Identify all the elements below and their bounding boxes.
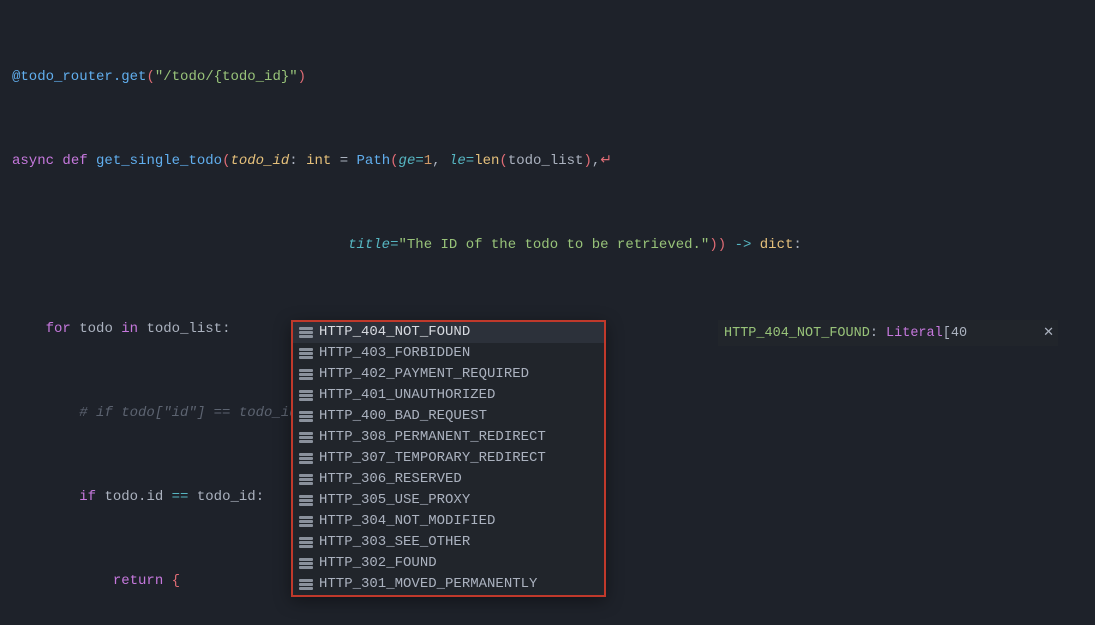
autocomplete-label: HTTP_404_NOT_FOUND [319, 322, 470, 343]
line-continuation-icon: ↵ [600, 153, 612, 169]
autocomplete-item[interactable]: HTTP_306_RESERVED [293, 469, 604, 490]
constant-icon [299, 558, 313, 569]
autocomplete-item[interactable]: HTTP_403_FORBIDDEN [293, 343, 604, 364]
autocomplete-item[interactable]: HTTP_301_MOVED_PERMANENTLY [293, 574, 604, 595]
autocomplete-label: HTTP_308_PERMANENT_REDIRECT [319, 427, 546, 448]
doc-symbol: HTTP_404_NOT_FOUND [724, 323, 870, 344]
decorator: @todo_router [12, 69, 113, 85]
constant-icon [299, 495, 313, 506]
autocomplete-item[interactable]: HTTP_402_PAYMENT_REQUIRED [293, 364, 604, 385]
autocomplete-popup[interactable]: HTTP_404_NOT_FOUNDHTTP_403_FORBIDDENHTTP… [291, 320, 606, 597]
autocomplete-label: HTTP_302_FOUND [319, 553, 437, 574]
autocomplete-item[interactable]: HTTP_305_USE_PROXY [293, 490, 604, 511]
autocomplete-label: HTTP_305_USE_PROXY [319, 490, 470, 511]
constant-icon [299, 411, 313, 422]
autocomplete-label: HTTP_306_RESERVED [319, 469, 462, 490]
constant-icon [299, 453, 313, 464]
autocomplete-label: HTTP_402_PAYMENT_REQUIRED [319, 364, 529, 385]
autocomplete-item[interactable]: HTTP_307_TEMPORARY_REDIRECT [293, 448, 604, 469]
autocomplete-label: HTTP_304_NOT_MODIFIED [319, 511, 495, 532]
parameter-info-popup: HTTP_404_NOT_FOUND: Literal[40 ✕ [718, 320, 1058, 346]
autocomplete-item[interactable]: HTTP_304_NOT_MODIFIED [293, 511, 604, 532]
autocomplete-label: HTTP_400_BAD_REQUEST [319, 406, 487, 427]
close-icon[interactable]: ✕ [1043, 322, 1054, 343]
autocomplete-label: HTTP_403_FORBIDDEN [319, 343, 470, 364]
constant-icon [299, 369, 313, 380]
constant-icon [299, 390, 313, 401]
constant-icon [299, 579, 313, 590]
autocomplete-item[interactable]: HTTP_401_UNAUTHORIZED [293, 385, 604, 406]
constant-icon [299, 327, 313, 338]
autocomplete-item[interactable]: HTTP_303_SEE_OTHER [293, 532, 604, 553]
code-line: @todo_router.get("/todo/{todo_id}") [12, 67, 1095, 88]
constant-icon [299, 348, 313, 359]
code-line: async def get_single_todo(todo_id: int =… [12, 151, 1095, 172]
constant-icon [299, 537, 313, 548]
constant-icon [299, 432, 313, 443]
autocomplete-label: HTTP_401_UNAUTHORIZED [319, 385, 495, 406]
autocomplete-item[interactable]: HTTP_400_BAD_REQUEST [293, 406, 604, 427]
constant-icon [299, 474, 313, 485]
constant-icon [299, 516, 313, 527]
code-editor[interactable]: @todo_router.get("/todo/{todo_id}") asyn… [0, 0, 1095, 625]
autocomplete-label: HTTP_307_TEMPORARY_REDIRECT [319, 448, 546, 469]
autocomplete-item[interactable]: HTTP_404_NOT_FOUND [293, 322, 604, 343]
code-line: title="The ID of the todo to be retrieve… [12, 235, 1095, 256]
autocomplete-item[interactable]: HTTP_302_FOUND [293, 553, 604, 574]
autocomplete-label: HTTP_303_SEE_OTHER [319, 532, 470, 553]
autocomplete-item[interactable]: HTTP_308_PERMANENT_REDIRECT [293, 427, 604, 448]
autocomplete-label: HTTP_301_MOVED_PERMANENTLY [319, 574, 537, 595]
